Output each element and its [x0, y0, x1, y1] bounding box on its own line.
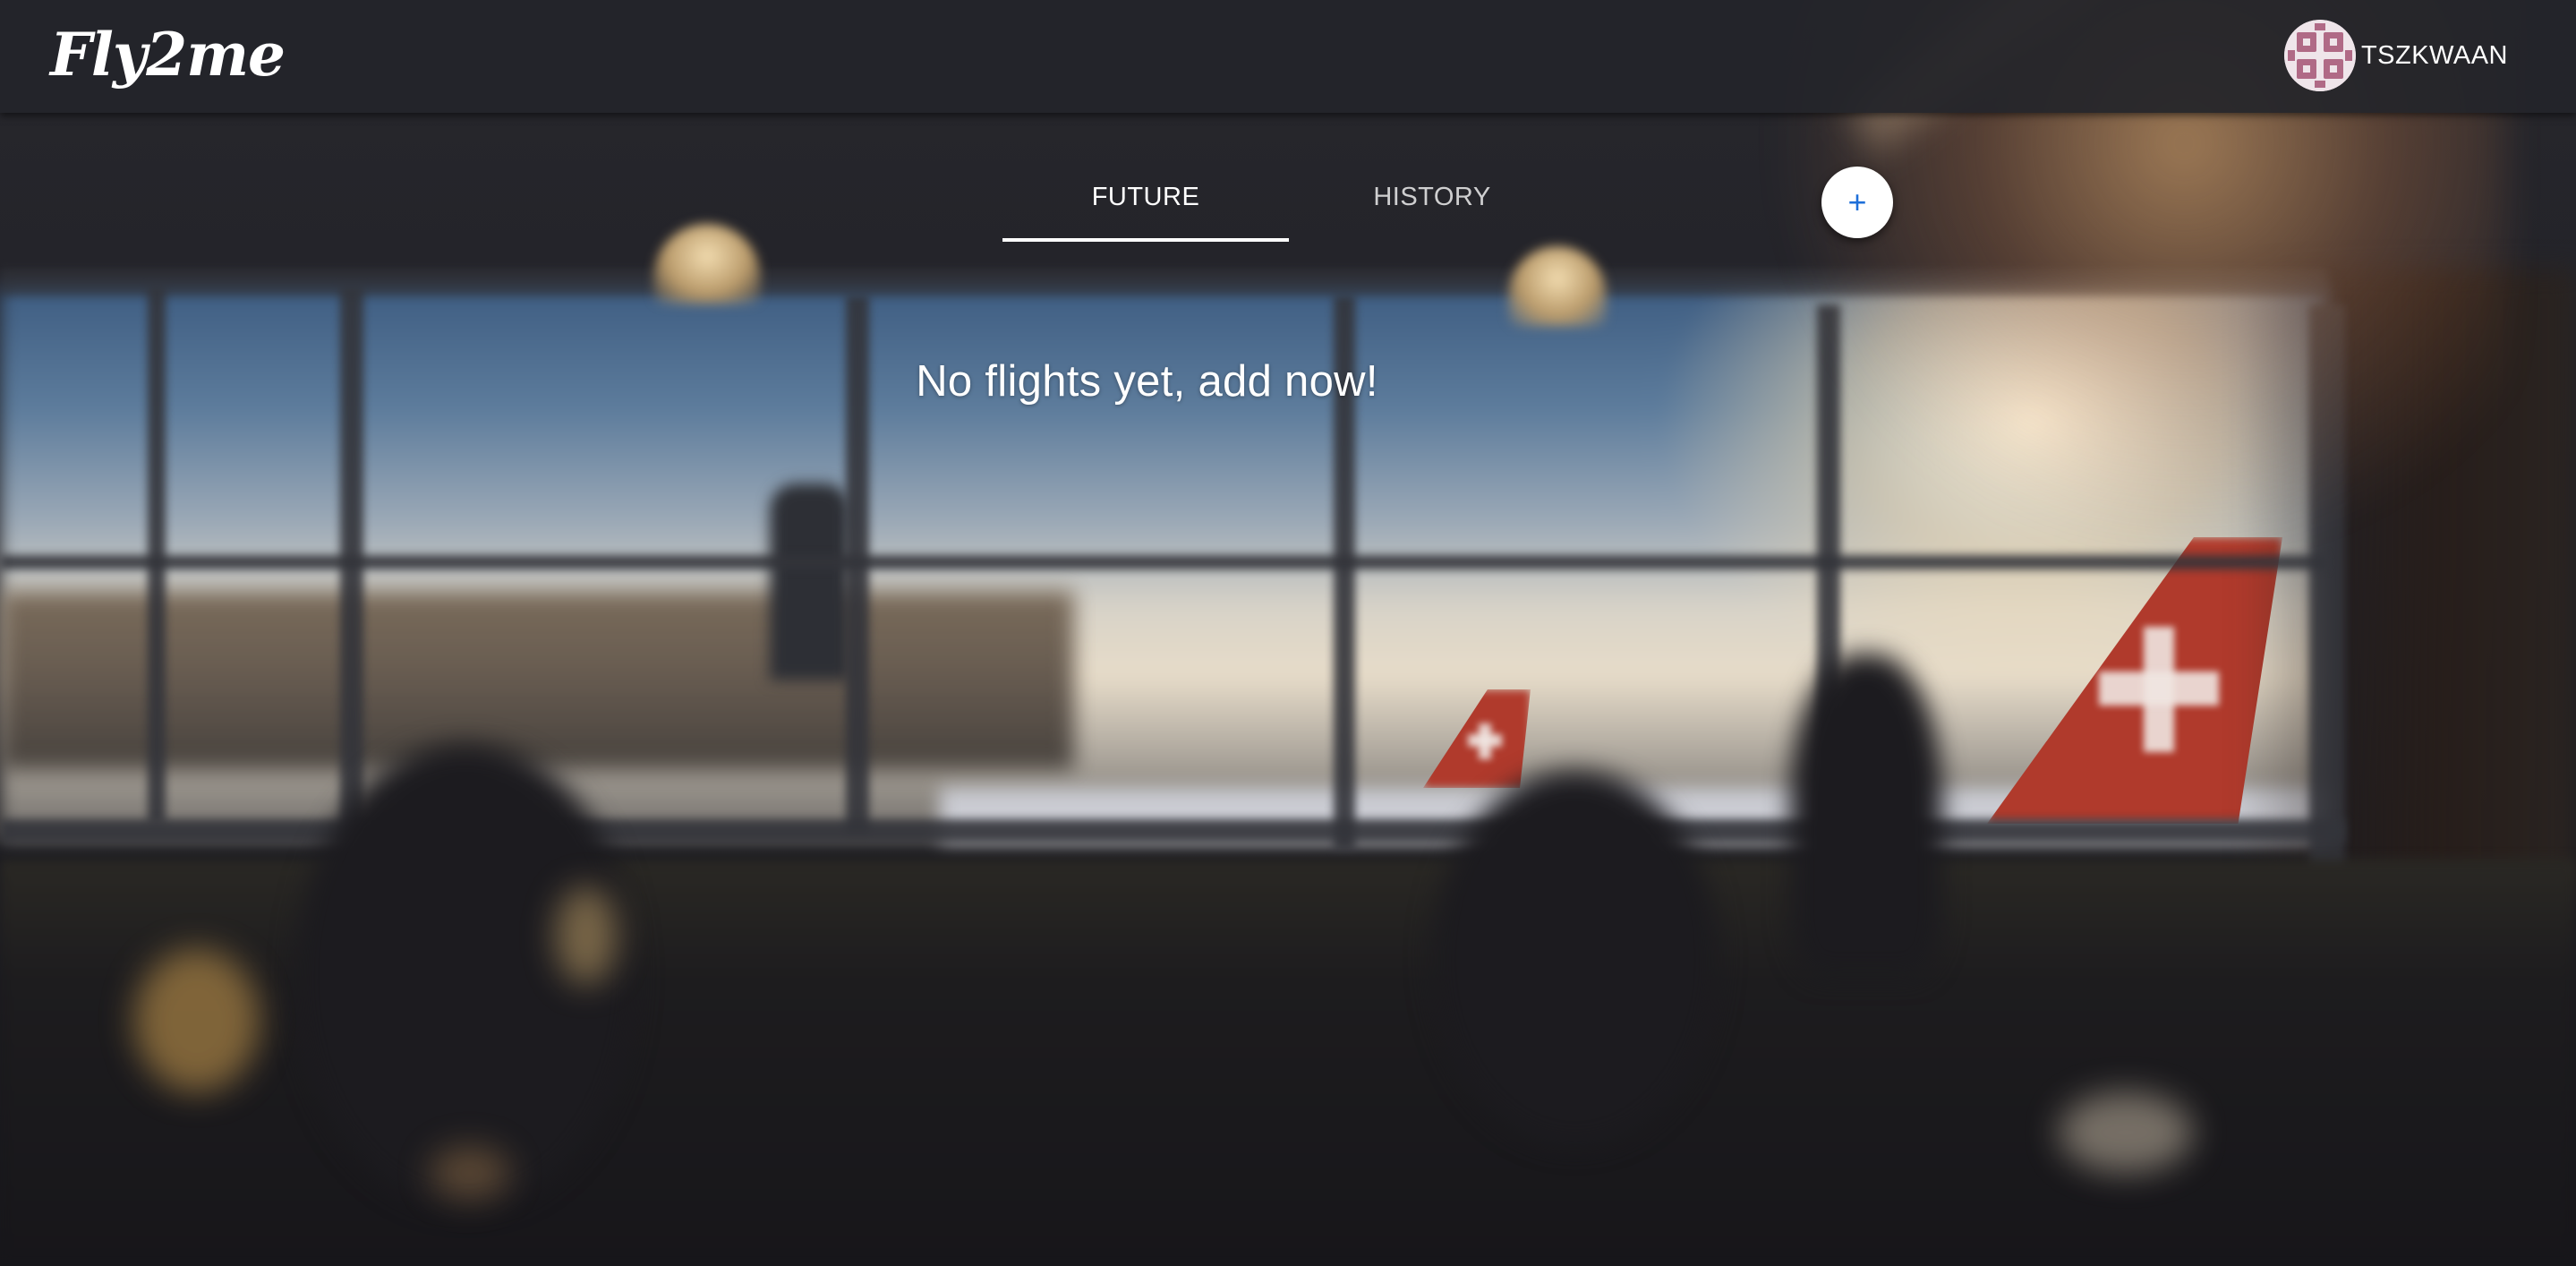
- tab-history-label: HISTORY: [1373, 183, 1491, 211]
- empty-state-message: No flights yet, add now!: [916, 357, 1378, 406]
- tab-history[interactable]: HISTORY: [1289, 159, 1575, 242]
- username-label[interactable]: TSZKWAAN: [2361, 41, 2508, 71]
- user-avatar-icon[interactable]: [2283, 20, 2356, 91]
- top-app-bar: Fly2me TSZKWAAN: [0, 0, 2576, 113]
- plus-icon: +: [1847, 184, 1867, 220]
- flight-tabs: FUTURE HISTORY: [1002, 159, 1575, 242]
- tab-future-label: FUTURE: [1091, 183, 1200, 211]
- user-menu[interactable]: TSZKWAAN: [2283, 20, 2508, 91]
- add-flight-button[interactable]: +: [1821, 167, 1893, 238]
- app-logo[interactable]: Fly2me: [50, 14, 286, 95]
- empty-state: No flights yet, add now!: [0, 356, 2576, 406]
- tab-future[interactable]: FUTURE: [1002, 159, 1289, 242]
- avatar-pattern: [2283, 20, 2356, 91]
